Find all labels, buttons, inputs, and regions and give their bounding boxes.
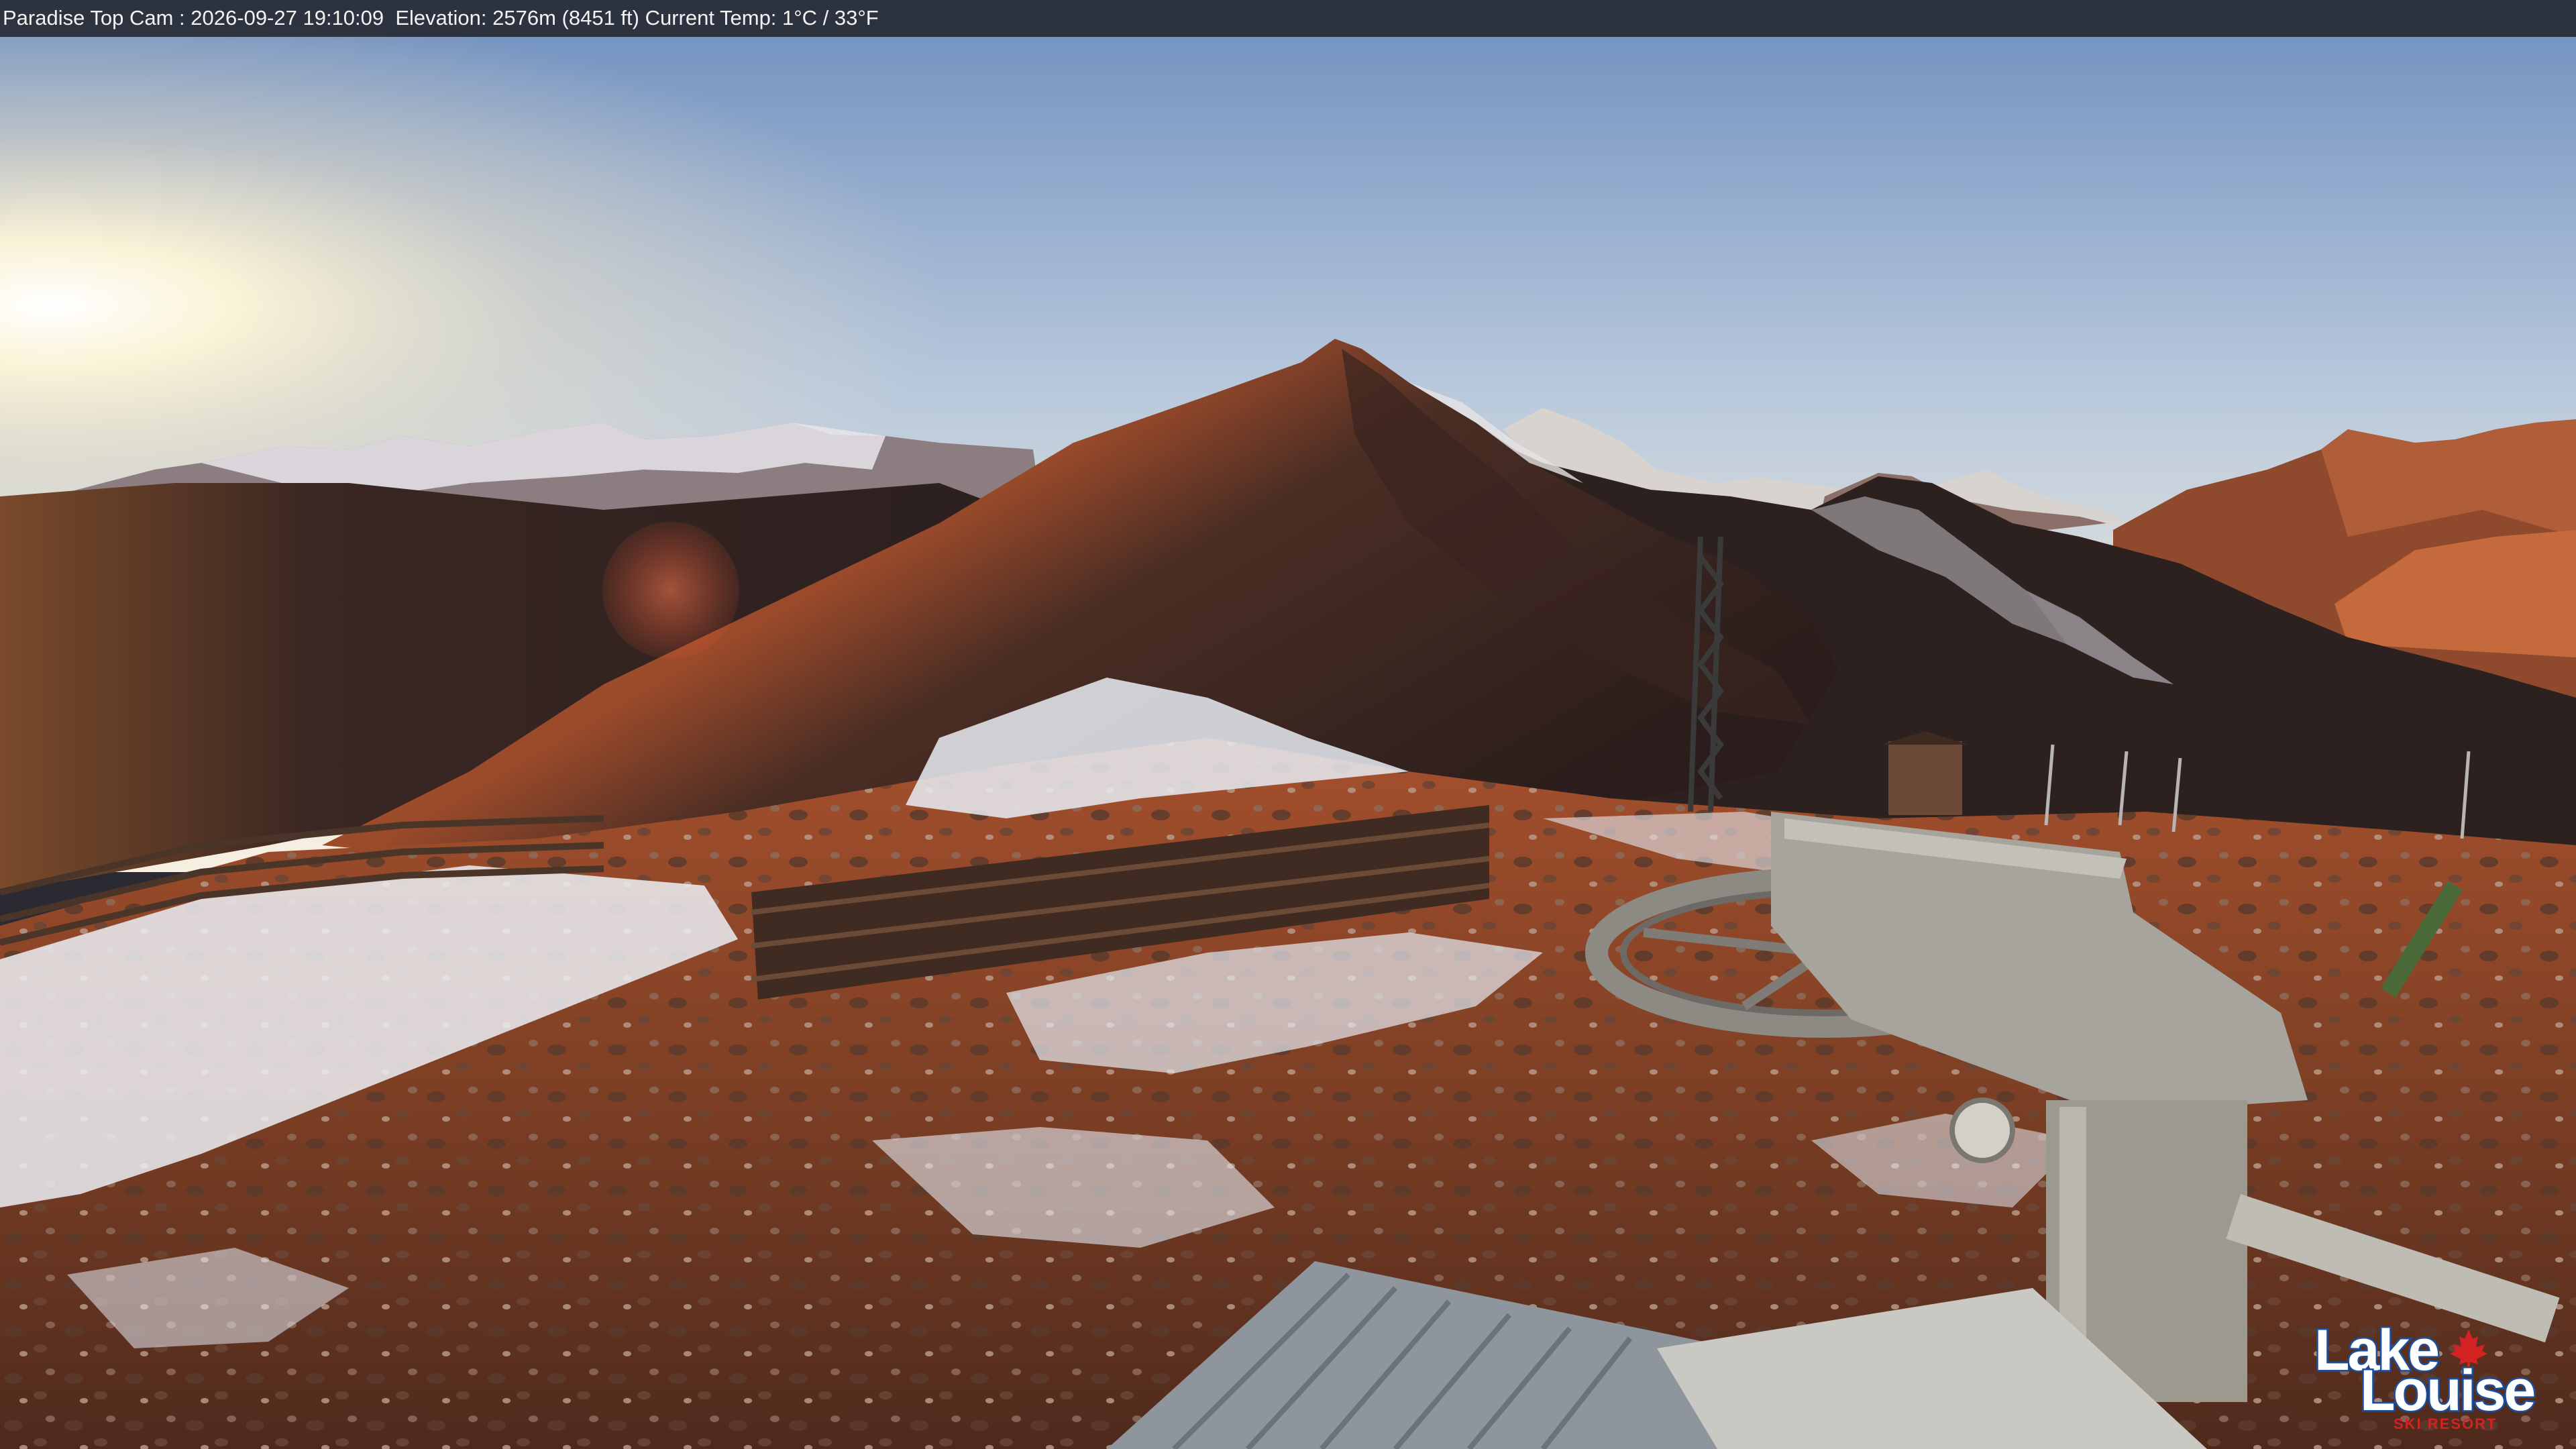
webcam-scene [0, 0, 2576, 1449]
camera-info-bar: Paradise Top Cam : 2026-09-27 19:10:09 E… [0, 0, 2576, 37]
logo-tagline: SKI RESORT [2394, 1415, 2498, 1432]
camera-info-text: Paradise Top Cam : 2026-09-27 19:10:09 E… [3, 6, 879, 30]
lake-louise-logo: Lake Louise SKI RESORT [2308, 1320, 2537, 1433]
webcam-frame: Paradise Top Cam : 2026-09-27 19:10:09 E… [0, 0, 2576, 1449]
logo-line-2: Louise [2358, 1358, 2537, 1423]
